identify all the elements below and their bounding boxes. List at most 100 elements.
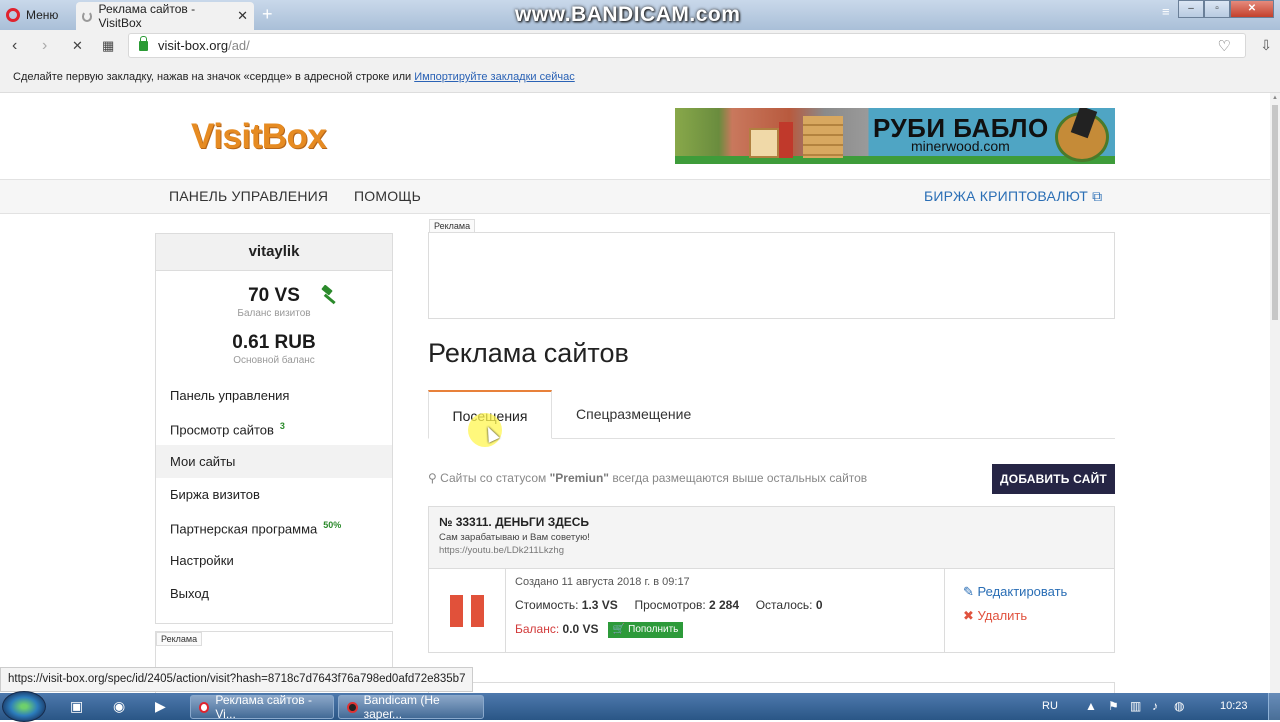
site-card-header: № 33311. ДЕНЬГИ ЗДЕСЬ Сам зарабатываю и … xyxy=(429,507,1114,569)
ad-type-tabs: Посещения Спецразмещение xyxy=(428,390,1115,439)
start-button[interactable] xyxy=(2,691,46,722)
cost-label: Стоимость: xyxy=(515,598,579,612)
pause-button[interactable] xyxy=(429,569,506,653)
pause-icon xyxy=(450,595,463,627)
left-value: 0 xyxy=(815,598,823,612)
page-title: Реклама сайтов xyxy=(428,338,629,368)
sidebar-item-label: Мои сайты xyxy=(170,454,236,469)
windows-taskbar: ▣ ◉ ▶ Реклама сайтов - Vi... Bandicam (Н… xyxy=(0,691,1280,722)
edit-icon: ✎ xyxy=(963,584,974,599)
network-icon[interactable]: ▥ xyxy=(1130,699,1141,713)
site-balance-row: Баланс: 0.0 VS 🛒 Пополнить xyxy=(515,622,823,638)
sidebar-item-label: Биржа визитов xyxy=(170,487,260,502)
speed-dial-icon[interactable]: ▦ xyxy=(102,38,114,54)
stop-icon[interactable]: ✕ xyxy=(72,38,83,54)
taskbar-bandicam-window[interactable]: Bandicam (Не зарег... xyxy=(338,693,484,721)
minimize-icon[interactable]: – xyxy=(1178,0,1204,18)
tray-app-icon[interactable]: ◍ xyxy=(1174,699,1184,713)
download-icon[interactable]: ⇩ xyxy=(1260,37,1272,54)
visits-balance-block: 70 VS Баланс визитов xyxy=(156,285,392,319)
ie-icon[interactable]: ◉ xyxy=(113,698,125,715)
tray-arrow-icon[interactable]: ▲ xyxy=(1085,699,1097,713)
next-site-card xyxy=(428,682,1115,693)
hint-status: "Premiun" xyxy=(549,471,609,485)
tab-close-icon[interactable]: ✕ xyxy=(237,8,248,24)
forward-icon[interactable]: › xyxy=(42,37,47,55)
affiliate-percent-badge: 50% xyxy=(323,520,342,530)
premium-hint: ⚲ Сайты со статусом "Premiun" всегда раз… xyxy=(428,471,867,485)
sidebar-item-dashboard[interactable]: Панель управления xyxy=(156,379,392,412)
sidebar-item-logout[interactable]: Выход xyxy=(156,577,392,610)
cart-icon: 🛒 xyxy=(612,624,626,635)
address-toolbar: ‹ › ✕ ▦ visit-box.org/ad/ ♡ ⇩ xyxy=(0,30,1280,62)
sidebar-item-settings[interactable]: Настройки xyxy=(156,544,392,577)
close-window-icon[interactable]: ✕ xyxy=(1230,0,1274,18)
browser-tab[interactable]: Реклама сайтов - VisitBox ✕ xyxy=(76,2,254,30)
cost-value: 1.3 VS xyxy=(581,598,618,612)
hint-pin-icon: ⚲ xyxy=(428,471,437,485)
topup-button[interactable]: 🛒 Пополнить xyxy=(607,622,684,638)
visits-balance-label: Баланс визитов xyxy=(237,308,311,319)
web-page: VisitBox РУБИ БАБЛО minerwood.com ПАНЕЛЬ… xyxy=(0,93,1270,693)
nav-dashboard[interactable]: ПАНЕЛЬ УПРАВЛЕНИЯ xyxy=(169,188,328,204)
taskbar-opera-window[interactable]: Реклама сайтов - Vi... xyxy=(190,693,334,721)
site-created: Создано 11 августа 2018 г. в 09:17 xyxy=(515,576,690,588)
delete-link[interactable]: ✖ Удалить xyxy=(963,608,1097,624)
site-nav: ПАНЕЛЬ УПРАВЛЕНИЯ ПОМОЩЬ БИРЖА КРИПТОВАЛ… xyxy=(0,179,1270,214)
nav-crypto-label: БИРЖА КРИПТОВАЛЮТ xyxy=(924,188,1089,204)
media-player-icon[interactable]: ▶ xyxy=(155,698,166,715)
site-link[interactable]: https://youtu.be/LDk211Lkzhg xyxy=(439,545,1104,556)
sidebar-item-affiliate[interactable]: Партнерская программа 50% xyxy=(156,511,392,544)
bookmark-heart-icon[interactable]: ♡ xyxy=(1218,37,1231,55)
edit-link[interactable]: ✎ Редактировать xyxy=(963,584,1097,600)
tab-menu-icon[interactable]: ≡ xyxy=(1162,4,1170,19)
window-controls: – ▫ ✕ xyxy=(1178,0,1274,18)
nav-crypto-exchange[interactable]: БИРЖА КРИПТОВАЛЮТ ⧉ xyxy=(924,188,1102,205)
language-indicator[interactable]: RU xyxy=(1042,700,1058,712)
bookmark-bar: Сделайте первую закладку, нажав на значо… xyxy=(0,62,1280,93)
topup-label: Пополнить xyxy=(628,624,679,635)
show-desktop-button[interactable] xyxy=(1268,693,1280,720)
add-site-button[interactable]: ДОБАВИТЬ САЙТ xyxy=(992,464,1115,494)
sidebar-item-visit-exchange[interactable]: Биржа визитов xyxy=(156,478,392,511)
username: vitaylik xyxy=(156,234,392,271)
balance-value: 0.0 VS xyxy=(562,622,599,637)
sidebar-menu: Панель управления Просмотр сайтов 3 Мои с… xyxy=(156,379,392,610)
balance-label: Баланс: xyxy=(515,622,560,637)
ad-banner[interactable]: РУБИ БАБЛО minerwood.com xyxy=(675,108,1115,164)
clock[interactable]: 10:23 xyxy=(1220,700,1248,712)
site-title: № 33311. ДЕНЬГИ ЗДЕСЬ xyxy=(439,515,590,529)
address-field[interactable]: visit-box.org/ad/ ♡ xyxy=(128,33,1246,58)
action-center-icon[interactable]: ⚑ xyxy=(1108,699,1119,713)
scroll-up-icon[interactable]: ▲ xyxy=(1272,95,1278,101)
opera-logo-icon xyxy=(6,8,20,22)
opera-icon xyxy=(199,701,210,713)
bookmark-hint: Сделайте первую закладку, нажав на значо… xyxy=(13,71,412,83)
back-icon[interactable]: ‹ xyxy=(12,37,17,55)
banner-grass xyxy=(675,156,1115,164)
banner-lumberjack-icon xyxy=(779,122,793,158)
import-bookmarks-link[interactable]: Импортируйте закладки сейчас xyxy=(414,71,575,83)
maximize-icon[interactable]: ▫ xyxy=(1204,0,1230,18)
view-sites-count-badge: 3 xyxy=(279,421,285,431)
scrollbar-thumb[interactable] xyxy=(1272,105,1278,320)
page-scrollbar[interactable]: ▲ xyxy=(1270,93,1280,693)
tab-special-placement[interactable]: Спецразмещение xyxy=(576,406,691,422)
views-label: Просмотров: xyxy=(634,598,706,612)
url-host: visit-box.org xyxy=(158,38,229,53)
banner-wood-icon xyxy=(803,116,843,158)
site-description: Сам зарабатываю и Вам советую! xyxy=(439,532,590,543)
opera-menu-button[interactable]: Меню xyxy=(6,5,58,25)
main-ad-block: Реклама xyxy=(428,219,1115,319)
nav-help[interactable]: ПОМОЩЬ xyxy=(354,188,421,204)
new-tab-button[interactable]: + xyxy=(262,4,273,25)
volume-icon[interactable]: ♪ xyxy=(1152,699,1158,713)
site-card: № 33311. ДЕНЬГИ ЗДЕСЬ Сам зарабатываю и … xyxy=(428,506,1115,653)
sidebar-item-view-sites[interactable]: Просмотр сайтов 3 xyxy=(156,412,392,445)
main-balance: 0.61 RUB xyxy=(232,332,316,353)
sidebar-ad-label: Реклама xyxy=(156,632,203,646)
sidebar-item-label: Просмотр сайтов xyxy=(170,422,274,438)
sidebar-item-my-sites[interactable]: Мои сайты xyxy=(156,445,392,478)
show-desktop-icon[interactable]: ▣ xyxy=(70,698,83,715)
site-logo[interactable]: VisitBox xyxy=(191,117,327,157)
